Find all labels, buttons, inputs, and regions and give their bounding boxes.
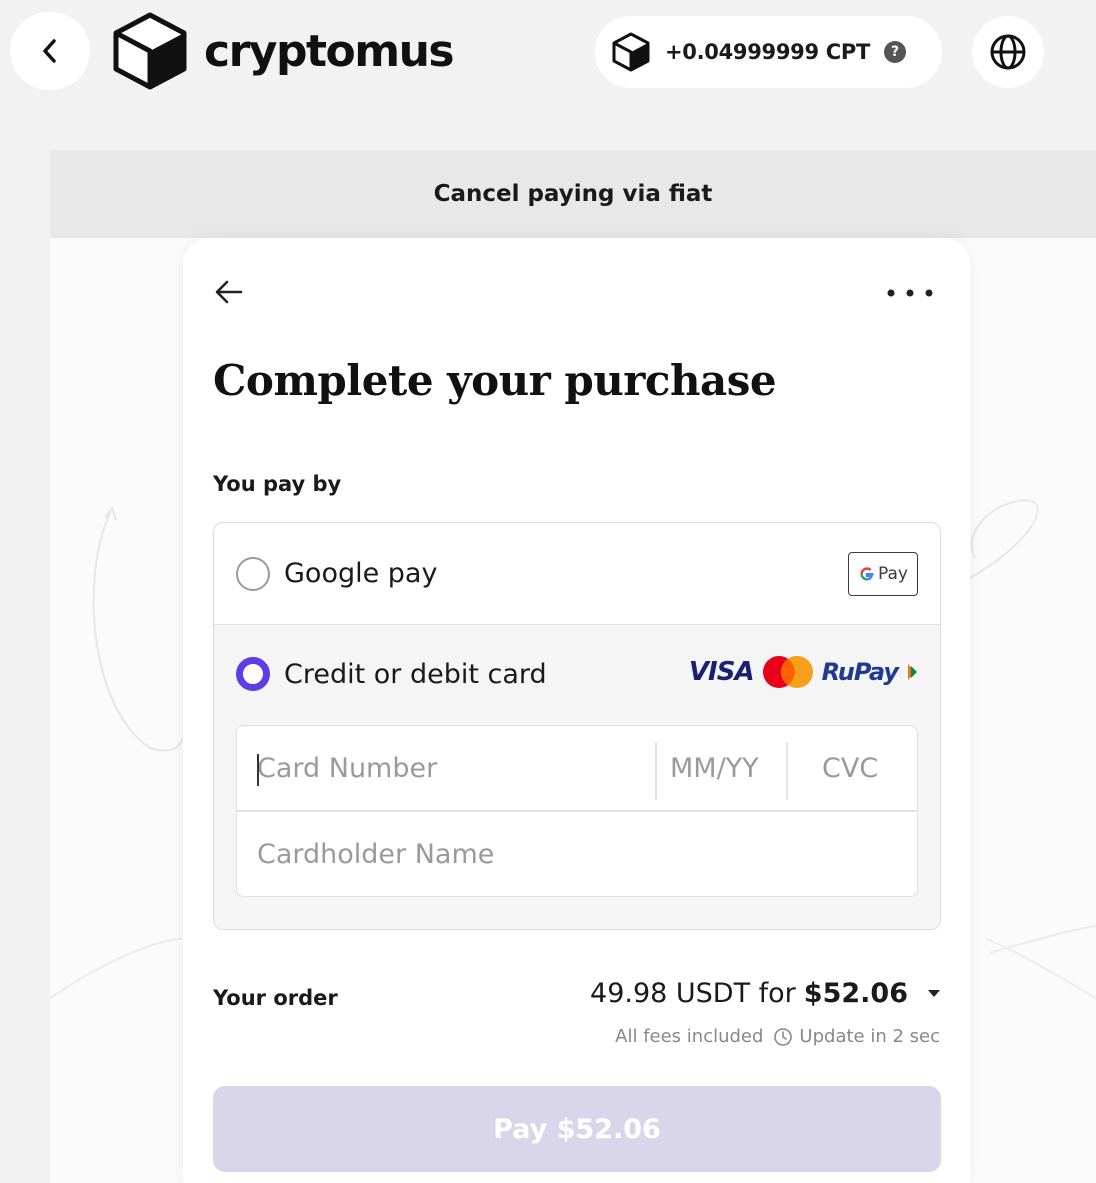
- language-button[interactable]: [972, 16, 1044, 88]
- cvc-input[interactable]: [822, 746, 902, 790]
- google-pay-badge: Pay: [848, 551, 918, 596]
- method-google-pay[interactable]: Google pay Pay: [214, 523, 940, 625]
- payment-methods: Google pay Pay Credit or debit card VISA: [213, 522, 941, 930]
- credit-card-label: Credit or debit card: [284, 658, 547, 690]
- fees-row: All fees included Update in 2 sec: [615, 1026, 940, 1047]
- field-divider: [237, 810, 917, 812]
- method-credit-card[interactable]: Credit or debit card VISA RuPay: [214, 625, 940, 723]
- update-text: Update in 2 sec: [799, 1026, 940, 1047]
- balance-amount: +0.04999999 CPT: [665, 40, 871, 64]
- pay-by-label: You pay by: [213, 472, 342, 496]
- card-brands: VISA RuPay: [689, 655, 918, 689]
- cancel-fiat-link[interactable]: Cancel paying via fiat: [50, 150, 1096, 238]
- cube-icon: [612, 32, 650, 72]
- back-button[interactable]: [10, 12, 90, 90]
- chevron-left-icon: [43, 39, 56, 63]
- google-g-icon: [860, 566, 874, 581]
- cardholder-name-input[interactable]: [257, 832, 897, 876]
- arrow-left-icon[interactable]: [213, 278, 245, 306]
- google-pay-label: Google pay: [284, 558, 438, 589]
- google-pay-radio[interactable]: [236, 556, 270, 591]
- card-method-section: Credit or debit card VISA RuPay: [214, 625, 940, 929]
- rupay-arrow-icon: [908, 664, 917, 680]
- order-summary-toggle[interactable]: 49.98 USDT for $52.06: [590, 978, 940, 1009]
- cube-logo-icon: [113, 12, 187, 90]
- order-amount: 49.98 USDT for: [590, 978, 796, 1009]
- globe-icon: [990, 34, 1026, 70]
- order-price: $52.06: [803, 978, 908, 1009]
- checkout-card: Complete your purchase You pay by Google…: [183, 238, 970, 1183]
- brand-name: cryptomus: [204, 25, 455, 77]
- field-divider: [786, 742, 788, 800]
- google-pay-badge-text: Pay: [878, 563, 908, 584]
- rupay-logo: RuPay: [821, 658, 899, 686]
- brand-logo[interactable]: cryptomus: [112, 10, 455, 92]
- card-number-input[interactable]: [257, 746, 647, 790]
- fees-text: All fees included: [615, 1026, 764, 1047]
- balance-pill[interactable]: +0.04999999 CPT ?: [595, 16, 942, 88]
- order-label: Your order: [213, 986, 338, 1010]
- pay-button[interactable]: Pay $52.06: [213, 1086, 941, 1172]
- credit-card-radio[interactable]: [236, 657, 270, 691]
- update-timer: Update in 2 sec: [773, 1026, 940, 1047]
- card-fields: [236, 725, 918, 897]
- mastercard-icon: [762, 656, 813, 688]
- page-title: Complete your purchase: [213, 356, 777, 405]
- help-icon[interactable]: ?: [884, 41, 907, 63]
- text-caret: [257, 754, 259, 786]
- visa-logo: VISA: [688, 657, 755, 687]
- clock-icon: [774, 1027, 793, 1046]
- caret-down-icon: [928, 990, 940, 997]
- field-divider: [655, 742, 657, 800]
- expiry-input[interactable]: [670, 746, 780, 790]
- more-options-icon[interactable]: [883, 282, 937, 304]
